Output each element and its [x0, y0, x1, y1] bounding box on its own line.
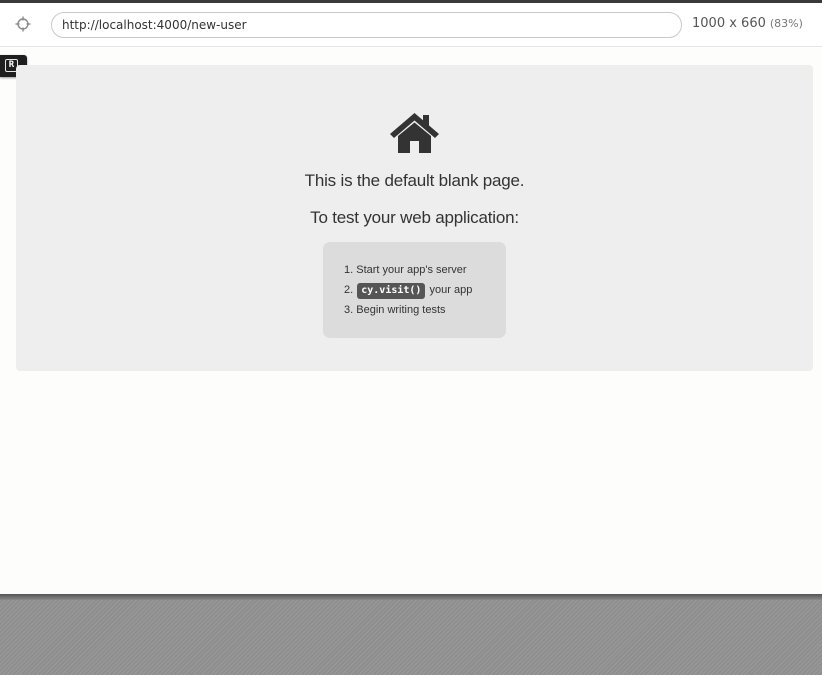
home-icon	[389, 112, 440, 154]
step-text: Start your app's server	[356, 264, 467, 276]
step-item: 3. Begin writing tests	[344, 303, 446, 317]
step-number: 3.	[344, 304, 354, 316]
step-number: 1.	[344, 264, 354, 276]
viewport-size-value: 1000 x 660	[692, 16, 766, 31]
url-bar[interactable]: http://localhost:4000/new-user	[51, 12, 682, 38]
runner-background	[0, 600, 822, 675]
code-snippet: cy.visit()	[357, 283, 426, 299]
step-number: 2.	[344, 284, 354, 296]
viewport-scale-value: (83%)	[769, 17, 803, 30]
blank-page-subheading: To test your web application:	[310, 208, 519, 227]
step-text: Begin writing tests	[356, 304, 446, 316]
blank-page-heading: This is the default blank page.	[304, 171, 525, 190]
crosshair-icon[interactable]	[15, 16, 31, 32]
step-item: 1. Start your app's server	[344, 263, 467, 277]
step-text: your app	[429, 284, 473, 296]
viewport-info[interactable]: 1000 x 660 (83%)	[692, 16, 803, 31]
aut-header: http://localhost:4000/new-user 1000 x 66…	[0, 3, 822, 47]
step-item: 2. cy.visit() your app	[344, 283, 472, 299]
